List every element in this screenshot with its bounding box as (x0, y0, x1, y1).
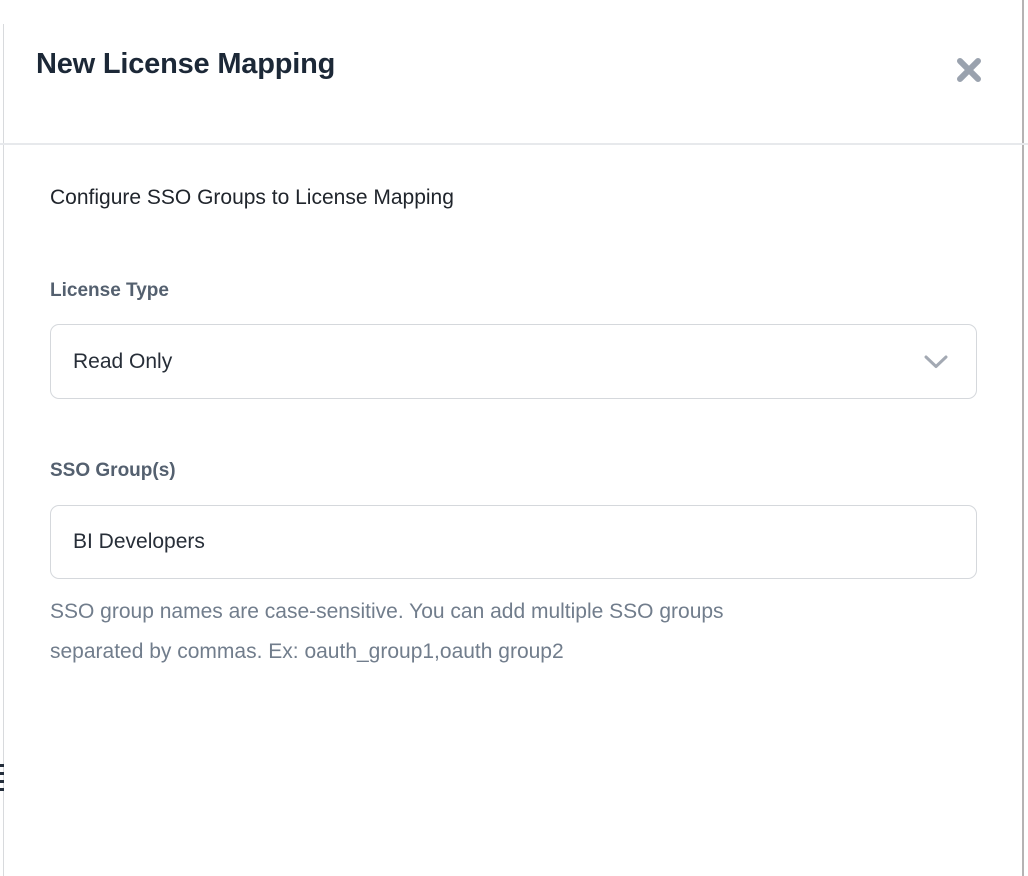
modal-title: New License Mapping (36, 48, 335, 81)
help-text-line: SSO group names are case-sensitive. You … (50, 592, 930, 632)
license-mapping-modal: New License Mapping Configure SSO Groups… (0, 0, 1028, 876)
help-text-line: separated by commas. Ex: oauth_group1,oa… (50, 632, 930, 672)
license-type-select[interactable]: Read Only (50, 324, 977, 399)
background-page-edge (3, 24, 4, 876)
window-edge (1022, 0, 1024, 876)
sso-groups-help-text: SSO group names are case-sensitive. You … (50, 592, 930, 672)
close-icon (955, 56, 983, 84)
clipped-menu-icon (0, 764, 5, 792)
modal-subtitle: Configure SSO Groups to License Mapping (50, 186, 454, 210)
header-divider (0, 143, 1028, 145)
sso-groups-input[interactable] (50, 505, 977, 579)
chevron-down-icon (924, 355, 948, 369)
license-type-selected-value: Read Only (73, 350, 172, 374)
sso-groups-label: SSO Group(s) (50, 460, 176, 482)
close-button[interactable] (951, 52, 987, 88)
license-type-label: License Type (50, 280, 169, 302)
